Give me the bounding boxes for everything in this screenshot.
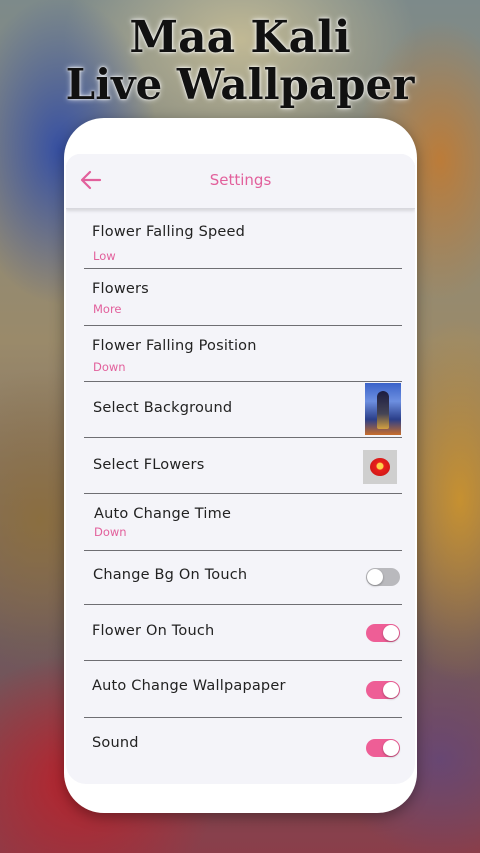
phone-frame: Settings Flower Falling Speed Low Flower… bbox=[64, 118, 417, 813]
setting-change-bg-on-touch[interactable]: Change Bg On Touch bbox=[84, 551, 402, 605]
setting-flower-on-touch[interactable]: Flower On Touch bbox=[84, 605, 402, 661]
setting-label: Flower Falling Position bbox=[92, 338, 257, 354]
setting-auto-change-wallpaper[interactable]: Auto Change Wallpapaper bbox=[84, 661, 402, 718]
setting-label: Sound bbox=[92, 735, 139, 751]
settings-screen: Settings Flower Falling Speed Low Flower… bbox=[66, 154, 415, 784]
setting-label: Select FLowers bbox=[93, 457, 205, 473]
setting-flowers[interactable]: Flowers More bbox=[84, 269, 402, 326]
setting-label: Change Bg On Touch bbox=[93, 567, 248, 583]
setting-label: Flowers bbox=[92, 281, 149, 297]
page-title: Settings bbox=[209, 171, 272, 189]
setting-sound[interactable]: Sound bbox=[84, 718, 402, 778]
toggle-switch-on[interactable] bbox=[366, 681, 400, 699]
setting-label: Auto Change Wallpapaper bbox=[92, 678, 286, 694]
setting-auto-change-time[interactable]: Auto Change Time Down bbox=[84, 494, 402, 551]
app-bar: Settings bbox=[66, 154, 415, 209]
setting-value: Low bbox=[93, 249, 116, 263]
background-thumbnail bbox=[365, 383, 401, 435]
toggle-switch-on[interactable] bbox=[366, 624, 400, 642]
setting-select-background[interactable]: Select Background bbox=[84, 382, 402, 438]
promo-title-line2: Live Wallpaper bbox=[65, 60, 415, 109]
flower-thumbnail bbox=[363, 450, 397, 484]
toggle-switch-on[interactable] bbox=[366, 739, 400, 757]
setting-select-flowers[interactable]: Select FLowers bbox=[84, 438, 402, 494]
promo-title-line1: Maa Kali bbox=[129, 12, 351, 63]
setting-value: More bbox=[93, 302, 122, 316]
toggle-switch-off[interactable] bbox=[366, 568, 400, 586]
setting-label: Flower Falling Speed bbox=[92, 224, 246, 240]
setting-value: Down bbox=[93, 360, 126, 374]
setting-label: Flower On Touch bbox=[92, 623, 215, 639]
setting-value: Down bbox=[94, 525, 127, 539]
setting-flower-falling-speed[interactable]: Flower Falling Speed Low bbox=[84, 212, 402, 269]
setting-flower-falling-position[interactable]: Flower Falling Position Down bbox=[84, 326, 402, 382]
setting-label: Auto Change Time bbox=[94, 506, 232, 522]
setting-label: Select Background bbox=[93, 400, 233, 416]
